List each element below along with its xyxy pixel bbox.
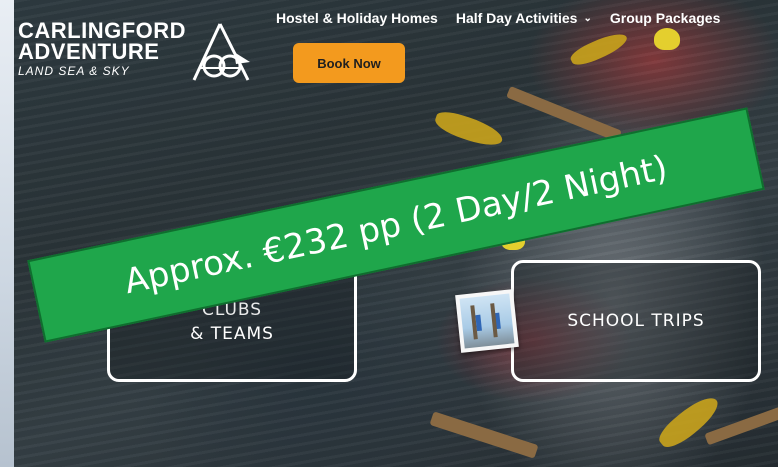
- chevron-down-icon: ⌄: [583, 12, 592, 24]
- climbing-photo: [459, 293, 515, 349]
- site-logo[interactable]: CARLINGFORD ADVENTURE LAND SEA & SKY: [18, 20, 258, 88]
- book-now-button[interactable]: Book Now: [293, 43, 405, 83]
- nav-item-hostel[interactable]: Hostel & Holiday Homes: [276, 10, 438, 26]
- nav-item-half-day-activities[interactable]: Half Day Activities ⌄: [456, 10, 592, 26]
- nav-item-label: Hostel & Holiday Homes: [276, 10, 438, 26]
- page-edge: [0, 0, 14, 467]
- school-trips-thumbnail: [455, 289, 519, 353]
- nav-item-label: Half Day Activities: [455, 10, 578, 26]
- school-trips-card[interactable]: SCHOOL TRIPS: [511, 260, 761, 382]
- nav-item-group-packages[interactable]: Group Packages: [610, 10, 721, 26]
- card-label: SCHOOL TRIPS: [567, 311, 705, 331]
- helmet-image: [654, 28, 680, 50]
- nav-item-label: Group Packages: [609, 10, 721, 26]
- climbers-figure: [475, 312, 501, 332]
- logo-mountain-icon: [192, 23, 250, 81]
- main-nav: Hostel & Holiday Homes Half Day Activiti…: [276, 10, 720, 26]
- card-label-line-2: & TEAMS: [190, 323, 274, 344]
